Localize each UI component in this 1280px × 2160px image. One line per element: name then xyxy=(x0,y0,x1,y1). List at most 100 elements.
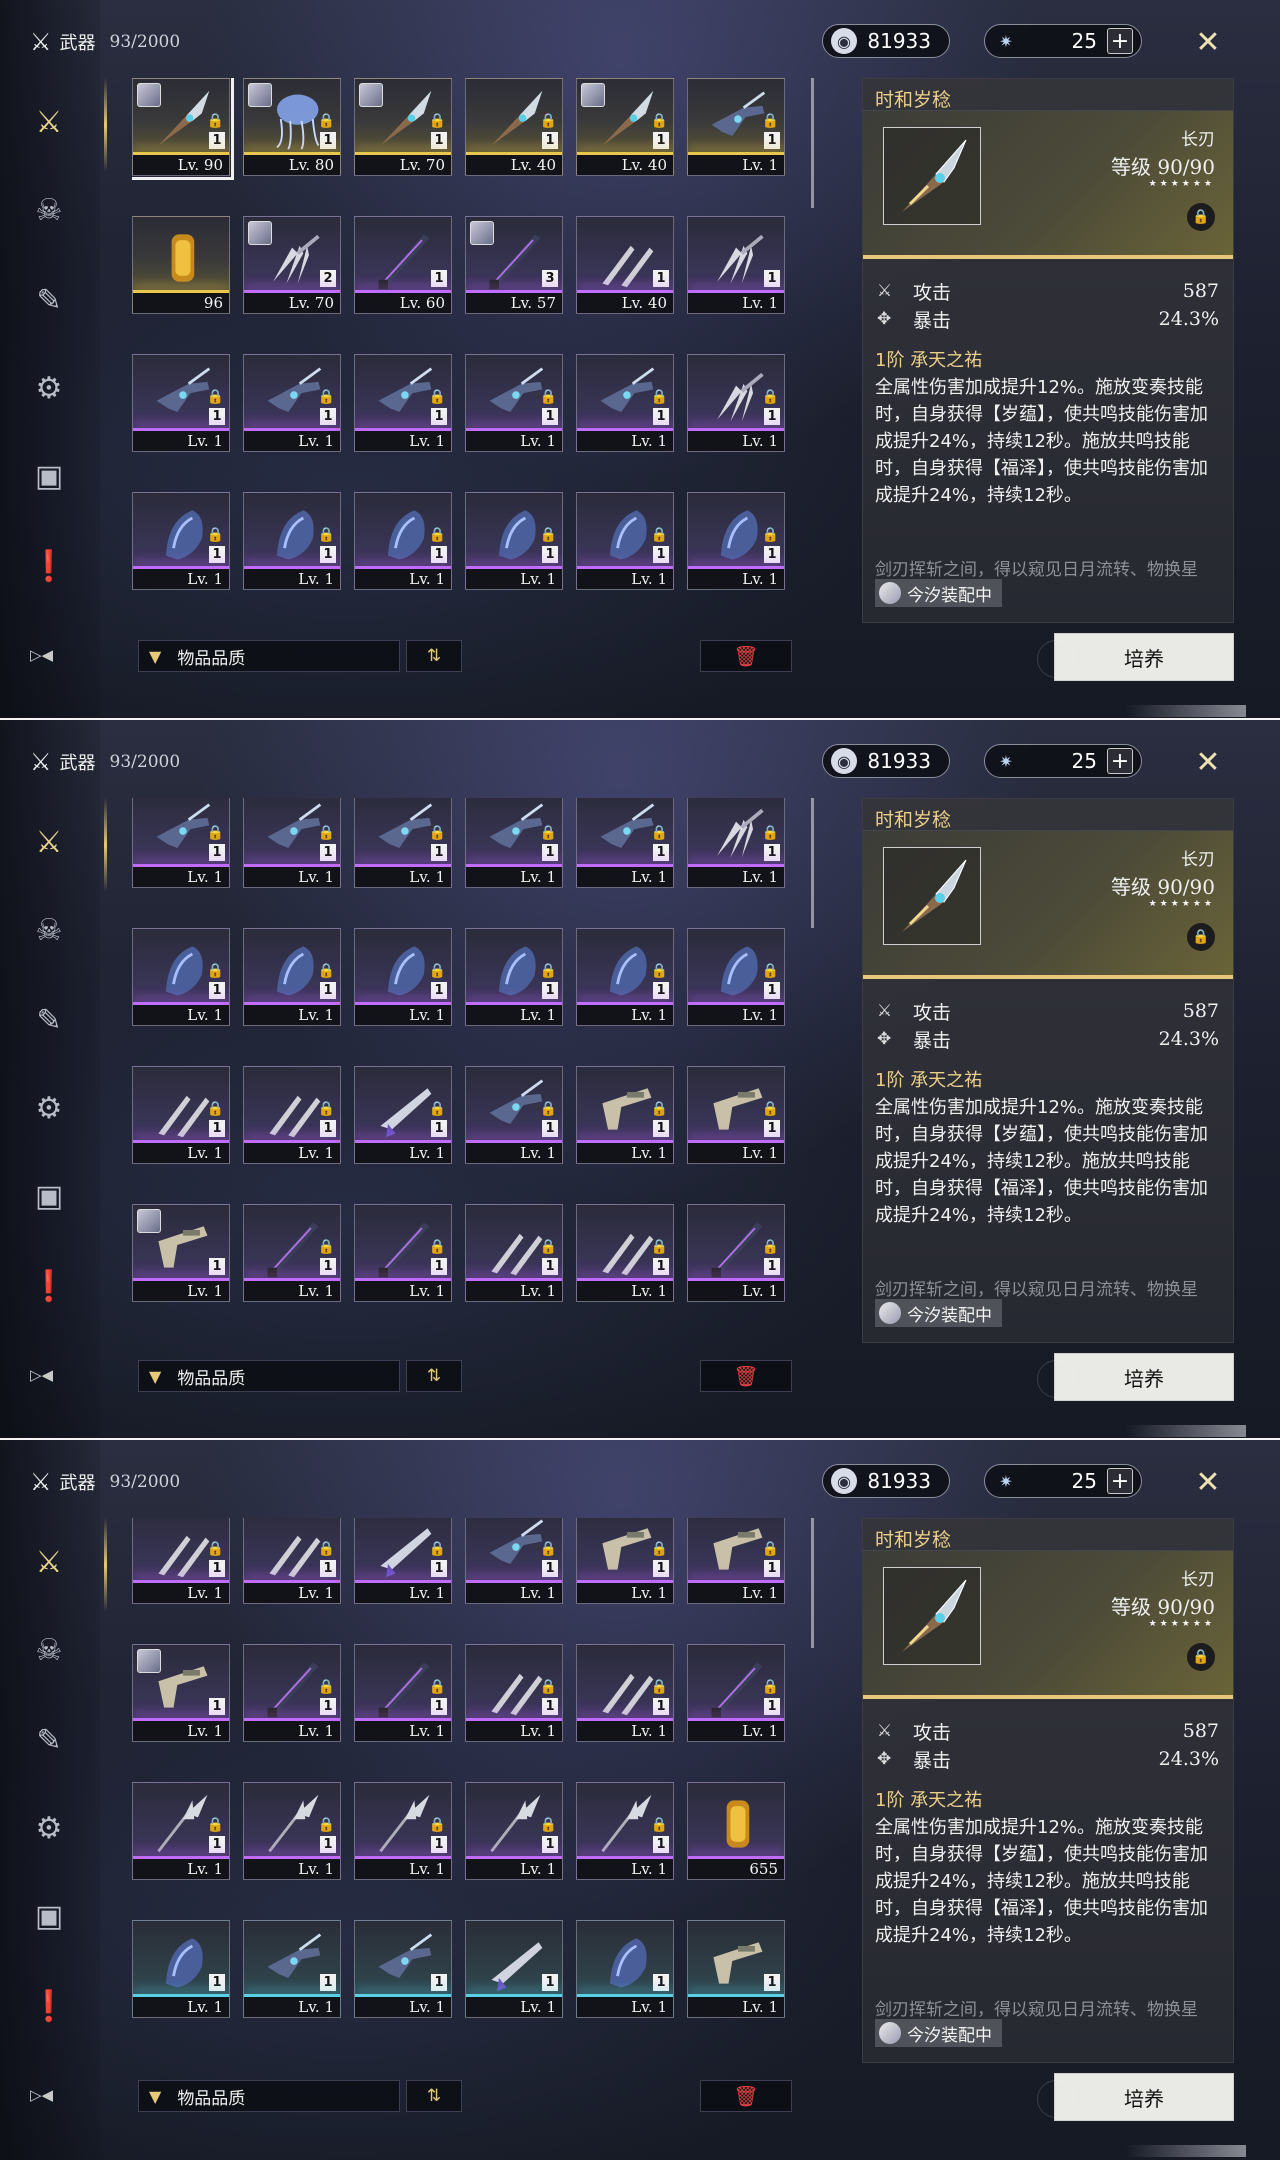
weapon-card[interactable]: 🔒 1 Lv. 1 xyxy=(354,1782,452,1880)
weapon-card[interactable]: 🔒 1 Lv. 1 xyxy=(465,798,563,888)
weapon-card[interactable]: 🔒 1 Lv. 1 xyxy=(243,1644,341,1742)
weapon-card[interactable]: 1 Lv. 1 xyxy=(687,1920,785,2018)
weapon-card[interactable]: 🔒 1 Lv. 1 xyxy=(465,1066,563,1164)
weapon-card[interactable]: 🔒 1 Lv. 1 xyxy=(243,928,341,1026)
upgrade-button[interactable]: 培养 xyxy=(1037,1353,1234,1401)
weapon-card[interactable]: 🔒 1 Lv. 1 xyxy=(576,354,674,452)
weapon-card[interactable]: 🔒 1 Lv. 1 xyxy=(465,1204,563,1302)
weapon-card[interactable]: 🔒 1 Lv. 1 xyxy=(687,78,785,176)
lock-toggle-icon[interactable]: 🔒 xyxy=(1187,923,1215,951)
weapon-card[interactable]: 🔒 1 Lv. 1 xyxy=(243,1066,341,1164)
quality-filter-dropdown[interactable]: ▼ 物品品质 xyxy=(138,640,400,672)
weapon-card[interactable]: 1 Lv. 1 xyxy=(132,1204,230,1302)
view-switch-icon[interactable]: ▷◀ xyxy=(30,1366,53,1384)
nav-weapon-icon[interactable]: ⚔ xyxy=(24,818,74,868)
nav-weapon-icon[interactable]: ⚔ xyxy=(24,98,74,148)
weapon-card[interactable]: 🔒 1 Lv. 90 xyxy=(132,78,234,180)
nav-materials-icon[interactable]: ▣ xyxy=(24,452,74,502)
weapon-card[interactable]: 🔒 1 Lv. 80 xyxy=(243,78,341,176)
weapon-card[interactable]: 🔒 1 Lv. 1 xyxy=(576,1644,674,1742)
weapon-card[interactable]: 🔒 1 Lv. 1 xyxy=(132,1782,230,1880)
weapon-card[interactable]: 🔒 1 Lv. 1 xyxy=(354,1518,452,1604)
nav-resources-icon[interactable]: ⚙ xyxy=(24,1804,74,1854)
nav-resources-icon[interactable]: ⚙ xyxy=(24,364,74,414)
grid-scrollbar[interactable] xyxy=(811,1518,814,1648)
weapon-card[interactable]: 96 xyxy=(132,216,230,314)
quality-filter-dropdown[interactable]: ▼ 物品品质 xyxy=(138,1360,400,1392)
weapon-card[interactable]: 🔒 1 Lv. 1 xyxy=(465,1782,563,1880)
weapon-card[interactable]: 1 Lv. 1 xyxy=(687,216,785,314)
weapon-card[interactable]: 🔒 1 Lv. 1 xyxy=(576,1782,674,1880)
weapon-card[interactable]: 🔒 1 Lv. 1 xyxy=(687,354,785,452)
nav-supply-icon[interactable]: ✎ xyxy=(24,1716,74,1766)
nav-echo-icon[interactable]: ☠ xyxy=(24,906,74,956)
weapon-card[interactable]: 🔒 1 Lv. 1 xyxy=(132,492,230,590)
weapon-card[interactable]: 🔒 1 Lv. 1 xyxy=(687,492,785,590)
weapon-card[interactable]: 🔒 1 Lv. 40 xyxy=(576,78,674,176)
weapon-card[interactable]: 🔒 1 Lv. 1 xyxy=(354,1066,452,1164)
weapon-card[interactable]: 🔒 1 Lv. 70 xyxy=(354,78,452,176)
weapon-card[interactable]: 1 Lv. 1 xyxy=(132,1920,230,2018)
nav-resources-icon[interactable]: ⚙ xyxy=(24,1084,74,1134)
weapon-card[interactable]: 🔒 1 Lv. 1 xyxy=(687,798,785,888)
weapon-card[interactable]: 🔒 1 Lv. 1 xyxy=(576,1066,674,1164)
add-resource-button[interactable]: + xyxy=(1107,28,1133,54)
weapon-card[interactable]: 🔒 1 Lv. 1 xyxy=(687,928,785,1026)
nav-materials-icon[interactable]: ▣ xyxy=(24,1892,74,1942)
view-switch-icon[interactable]: ▷◀ xyxy=(30,646,53,664)
weapon-card[interactable]: 🔒 1 Lv. 1 xyxy=(687,1518,785,1604)
upgrade-button[interactable]: 培养 xyxy=(1037,2073,1234,2121)
weapon-card[interactable]: 1 Lv. 1 xyxy=(576,1920,674,2018)
weapon-card[interactable]: 🔒 1 Lv. 1 xyxy=(354,354,452,452)
quality-filter-dropdown[interactable]: ▼ 物品品质 xyxy=(138,2080,400,2112)
weapon-card[interactable]: 3 Lv. 57 xyxy=(465,216,563,314)
weapon-card[interactable]: 🔒 1 Lv. 1 xyxy=(576,1204,674,1302)
weapon-card[interactable]: 🔒 1 Lv. 1 xyxy=(465,492,563,590)
nav-supply-icon[interactable]: ✎ xyxy=(24,996,74,1046)
close-icon[interactable]: ✕ xyxy=(1188,22,1228,62)
weapon-card[interactable]: 🔒 1 Lv. 1 xyxy=(243,492,341,590)
weapon-card[interactable]: 2 Lv. 70 xyxy=(243,216,341,314)
weapon-card[interactable]: 🔒 1 Lv. 1 xyxy=(354,1644,452,1742)
dismantle-button[interactable]: 🗑 xyxy=(700,1360,792,1392)
add-resource-button[interactable]: + xyxy=(1107,748,1133,774)
sort-order-button[interactable]: ⇅ xyxy=(406,1360,462,1392)
nav-weapon-icon[interactable]: ⚔ xyxy=(24,1538,74,1588)
weapon-card[interactable]: 🔒 1 Lv. 1 xyxy=(576,492,674,590)
upgrade-button[interactable]: 培养 xyxy=(1037,633,1234,681)
weapon-card[interactable]: 🔒 1 Lv. 1 xyxy=(243,1782,341,1880)
weapon-card[interactable]: 🔒 1 Lv. 1 xyxy=(243,798,341,888)
weapon-card[interactable]: 🔒 1 Lv. 1 xyxy=(243,1204,341,1302)
grid-scrollbar[interactable] xyxy=(811,78,814,208)
weapon-card[interactable]: 1 Lv. 1 xyxy=(354,1920,452,2018)
weapon-card[interactable]: 🔒 1 Lv. 1 xyxy=(687,1066,785,1164)
close-icon[interactable]: ✕ xyxy=(1188,742,1228,782)
weapon-card[interactable]: 🔒 1 Lv. 1 xyxy=(132,354,230,452)
weapon-card[interactable]: 🔒 1 Lv. 1 xyxy=(243,354,341,452)
nav-supply-icon[interactable]: ✎ xyxy=(24,276,74,326)
weapon-card[interactable]: 🔒 1 Lv. 1 xyxy=(132,1066,230,1164)
weapon-card[interactable]: 🔒 1 Lv. 1 xyxy=(354,928,452,1026)
weapon-card[interactable]: 🔒 1 Lv. 1 xyxy=(576,928,674,1026)
grid-scrollbar[interactable] xyxy=(811,798,814,928)
weapon-card[interactable]: 🔒 1 Lv. 1 xyxy=(687,1644,785,1742)
view-switch-icon[interactable]: ▷◀ xyxy=(30,2086,53,2104)
nav-quest-items-icon[interactable]: ❗ xyxy=(24,542,74,592)
close-icon[interactable]: ✕ xyxy=(1188,1462,1228,1502)
weapon-card[interactable]: 🔒 1 Lv. 1 xyxy=(132,798,230,888)
weapon-card[interactable]: 1 Lv. 1 xyxy=(132,1644,230,1742)
weapon-card[interactable]: 1 Lv. 60 xyxy=(354,216,452,314)
weapon-card[interactable]: 🔒 1 Lv. 1 xyxy=(465,1644,563,1742)
nav-quest-items-icon[interactable]: ❗ xyxy=(24,1262,74,1312)
weapon-card[interactable]: 🔒 1 Lv. 1 xyxy=(465,354,563,452)
lock-toggle-icon[interactable]: 🔒 xyxy=(1187,203,1215,231)
lock-toggle-icon[interactable]: 🔒 xyxy=(1187,1643,1215,1671)
nav-echo-icon[interactable]: ☠ xyxy=(24,186,74,236)
weapon-card[interactable]: 🔒 1 Lv. 1 xyxy=(132,928,230,1026)
nav-echo-icon[interactable]: ☠ xyxy=(24,1626,74,1676)
weapon-card[interactable]: 🔒 1 Lv. 1 xyxy=(465,928,563,1026)
weapon-card[interactable]: 1 Lv. 1 xyxy=(243,1920,341,2018)
weapon-card[interactable]: 1 Lv. 40 xyxy=(576,216,674,314)
weapon-card[interactable]: 🔒 1 Lv. 1 xyxy=(354,798,452,888)
weapon-card[interactable]: 🔒 1 Lv. 1 xyxy=(465,1518,563,1604)
